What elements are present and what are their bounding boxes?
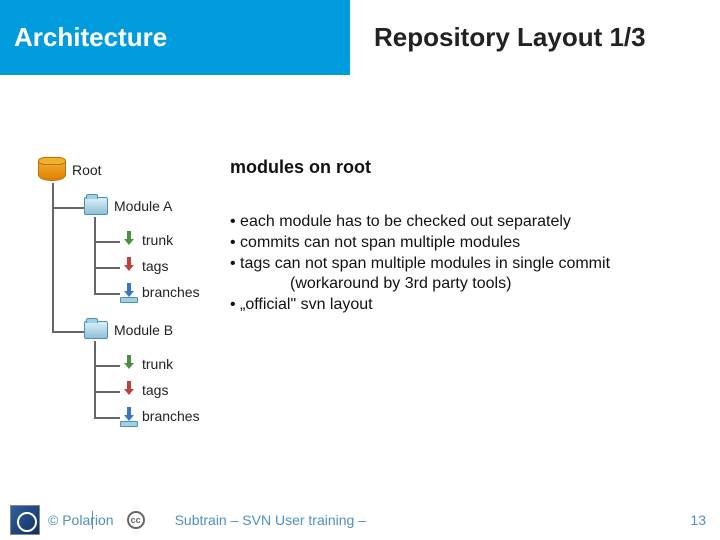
header-title-bg: Repository Layout 1/3 bbox=[350, 0, 720, 75]
footer-copyright: © Polarion bbox=[48, 512, 114, 528]
branches-icon bbox=[122, 283, 136, 301]
database-icon bbox=[38, 157, 66, 183]
bullet-subitem: (workaround by 3rd party tools) bbox=[230, 274, 700, 295]
node-label: tags bbox=[142, 382, 168, 398]
node-label: branches bbox=[142, 284, 200, 300]
bullet-item: • „official" svn layout bbox=[230, 295, 700, 316]
cc-icon: cc bbox=[127, 511, 145, 529]
page-number: 13 bbox=[690, 512, 706, 528]
tree-node-tags: tags bbox=[122, 257, 168, 275]
tags-icon bbox=[122, 257, 136, 275]
bullet-item: • tags can not span multiple modules in … bbox=[230, 254, 700, 275]
slide-title: Repository Layout 1/3 bbox=[374, 22, 646, 53]
tree-line bbox=[52, 183, 54, 331]
node-label: trunk bbox=[142, 356, 173, 372]
bullet-item: • each module has to be checked out sepa… bbox=[230, 212, 700, 233]
section-title: Architecture bbox=[14, 22, 167, 53]
tree-line bbox=[94, 267, 120, 269]
tree-node-root: Root bbox=[38, 157, 102, 183]
content-area: Root Module A trunk tags branches Module… bbox=[0, 75, 720, 457]
polarion-logo bbox=[10, 505, 40, 535]
tree-line bbox=[94, 391, 120, 393]
tree-node-branches: branches bbox=[122, 407, 200, 425]
header-section-bg: Architecture bbox=[0, 0, 350, 75]
tree-line bbox=[94, 293, 120, 295]
slide-footer: © Polarion cc Subtrain – SVN User traini… bbox=[0, 500, 720, 540]
tree-line bbox=[94, 341, 96, 419]
branches-icon bbox=[122, 407, 136, 425]
tree-node-trunk: trunk bbox=[122, 355, 173, 373]
node-label: Module B bbox=[114, 322, 173, 338]
slide-header: Architecture Repository Layout 1/3 bbox=[0, 0, 720, 75]
node-label: trunk bbox=[142, 232, 173, 248]
trunk-icon bbox=[122, 355, 136, 373]
tree-line bbox=[94, 241, 120, 243]
tree-line bbox=[52, 207, 84, 209]
node-label: Root bbox=[72, 162, 102, 178]
node-label: branches bbox=[142, 408, 200, 424]
tags-icon bbox=[122, 381, 136, 399]
trunk-icon bbox=[122, 231, 136, 249]
tree-line bbox=[94, 417, 120, 419]
folder-icon bbox=[84, 321, 108, 339]
main-text: modules on root • each module has to be … bbox=[230, 157, 720, 457]
tree-node-tags: tags bbox=[122, 381, 168, 399]
tree-line bbox=[94, 365, 120, 367]
tree-node-module-b: Module B bbox=[84, 321, 173, 339]
tree-line bbox=[52, 331, 84, 333]
tree-line bbox=[94, 217, 96, 295]
bullet-item: • commits can not span multiple modules bbox=[230, 233, 700, 254]
tree-node-branches: branches bbox=[122, 283, 200, 301]
subtitle: modules on root bbox=[230, 157, 700, 178]
tree-node-trunk: trunk bbox=[122, 231, 173, 249]
folder-icon bbox=[84, 197, 108, 215]
tree-node-module-a: Module A bbox=[84, 197, 172, 215]
footer-training-label: Subtrain – SVN User training – bbox=[175, 512, 366, 528]
footer-separator bbox=[92, 511, 93, 529]
node-label: Module A bbox=[114, 198, 172, 214]
node-label: tags bbox=[142, 258, 168, 274]
tree-diagram: Root Module A trunk tags branches Module… bbox=[38, 157, 230, 457]
